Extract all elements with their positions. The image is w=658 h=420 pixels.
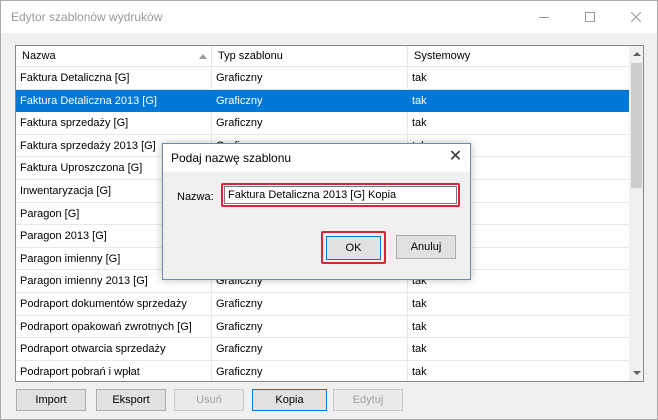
grid-header: Nazwa Typ szablonu Systemowy — [16, 46, 629, 67]
table-row[interactable]: Podraport dokumentów sprzedaży Graficzny t… — [16, 292, 629, 316]
cell-systemowy: tak — [412, 343, 427, 356]
column-header-label: Typ szablonu — [218, 50, 283, 62]
cell-systemowy: tak — [412, 94, 427, 107]
cell-typ: Graficzny — [212, 89, 408, 112]
scroll-thumb[interactable] — [631, 63, 642, 188]
dialog-title-bar[interactable]: Podaj nazwę szablonu ✕ — [163, 144, 470, 172]
maximize-button[interactable] — [567, 1, 613, 33]
vertical-scrollbar[interactable] — [629, 46, 643, 381]
table-row[interactable]: Podraport opakowań zwrotnych [G] Graficzn… — [16, 315, 629, 339]
cell-nazwa: Faktura Detaliczna 2013 [G] — [16, 89, 212, 112]
cell-typ: Graficzny — [212, 315, 408, 338]
delete-button[interactable]: Usuń — [174, 389, 244, 411]
template-name-dialog: Podaj nazwę szablonu ✕ Nazwa: OK Anuluj — [162, 143, 471, 280]
name-field-highlight — [221, 183, 460, 207]
close-button[interactable] — [613, 1, 658, 33]
table-row[interactable]: Podraport pobrań i wpłat Graficzny tak — [16, 360, 629, 381]
arrow-up-icon — [632, 52, 641, 56]
cell-nazwa: Podraport otwarcia sprzedaży — [16, 338, 212, 361]
cell-typ: Graficzny — [212, 292, 408, 315]
dialog-title: Podaj nazwę szablonu — [171, 151, 292, 165]
cell-systemowy: tak — [412, 365, 427, 378]
ok-button[interactable]: OK — [326, 236, 381, 260]
window-title: Edytor szablonów wydruków — [11, 10, 163, 24]
cell-systemowy: tak — [412, 297, 427, 310]
table-row[interactable]: Podraport otwarcia sprzedaży Graficzny tak — [16, 338, 629, 361]
cell-systemowy: tak — [412, 117, 427, 130]
column-header-nazwa[interactable]: Nazwa — [16, 46, 212, 67]
column-header-typ[interactable]: Typ szablonu — [212, 46, 408, 67]
cell-nazwa: Faktura sprzedaży [G] — [16, 112, 212, 135]
dialog-close-icon[interactable]: ✕ — [441, 144, 470, 172]
title-bar[interactable]: Edytor szablonów wydruków — [1, 1, 657, 33]
copy-button[interactable]: Kopia — [252, 389, 327, 411]
cell-systemowy: tak — [412, 72, 427, 84]
export-button[interactable]: Eksport — [96, 389, 166, 411]
column-header-label: Systemowy — [414, 50, 471, 62]
cell-nazwa: Podraport dokumentów sprzedaży — [16, 292, 212, 315]
name-input[interactable] — [224, 186, 457, 204]
minimize-button[interactable] — [521, 1, 567, 33]
cancel-button[interactable]: Anuluj — [396, 235, 456, 259]
column-header-systemowy[interactable]: Systemowy — [408, 46, 629, 67]
cell-typ: Graficzny — [212, 360, 408, 381]
cell-nazwa: Faktura Detaliczna [G] — [16, 67, 212, 89]
maximize-icon — [585, 12, 595, 22]
scroll-up-button[interactable] — [629, 46, 643, 62]
column-header-label: Nazwa — [22, 50, 56, 62]
table-row[interactable]: Faktura sprzedaży [G] Graficzny tak — [16, 112, 629, 135]
template-editor-window: Edytor szablonów wydruków Nazwa Typ szab… — [0, 0, 658, 420]
cell-systemowy: tak — [412, 320, 427, 333]
ok-button-highlight: OK — [321, 231, 386, 264]
sort-ascending-icon — [199, 54, 207, 59]
minimize-icon — [539, 16, 549, 18]
name-label: Nazwa: — [177, 191, 214, 203]
cell-typ: Graficzny — [212, 67, 408, 89]
import-button[interactable]: Import — [16, 389, 86, 411]
edit-button[interactable]: Edytuj — [333, 389, 403, 411]
scroll-down-button[interactable] — [629, 365, 643, 381]
cell-nazwa: Podraport pobrań i wpłat — [16, 360, 212, 381]
table-row[interactable]: Faktura Detaliczna [G] Graficzny tak — [16, 67, 629, 90]
arrow-down-icon — [632, 371, 641, 375]
cell-typ: Graficzny — [212, 112, 408, 135]
cell-typ: Graficzny — [212, 338, 408, 361]
table-row[interactable]: Faktura Detaliczna 2013 [G] Graficzny tak — [16, 89, 629, 113]
cell-nazwa: Podraport opakowań zwrotnych [G] — [16, 315, 212, 338]
close-icon — [631, 12, 641, 22]
